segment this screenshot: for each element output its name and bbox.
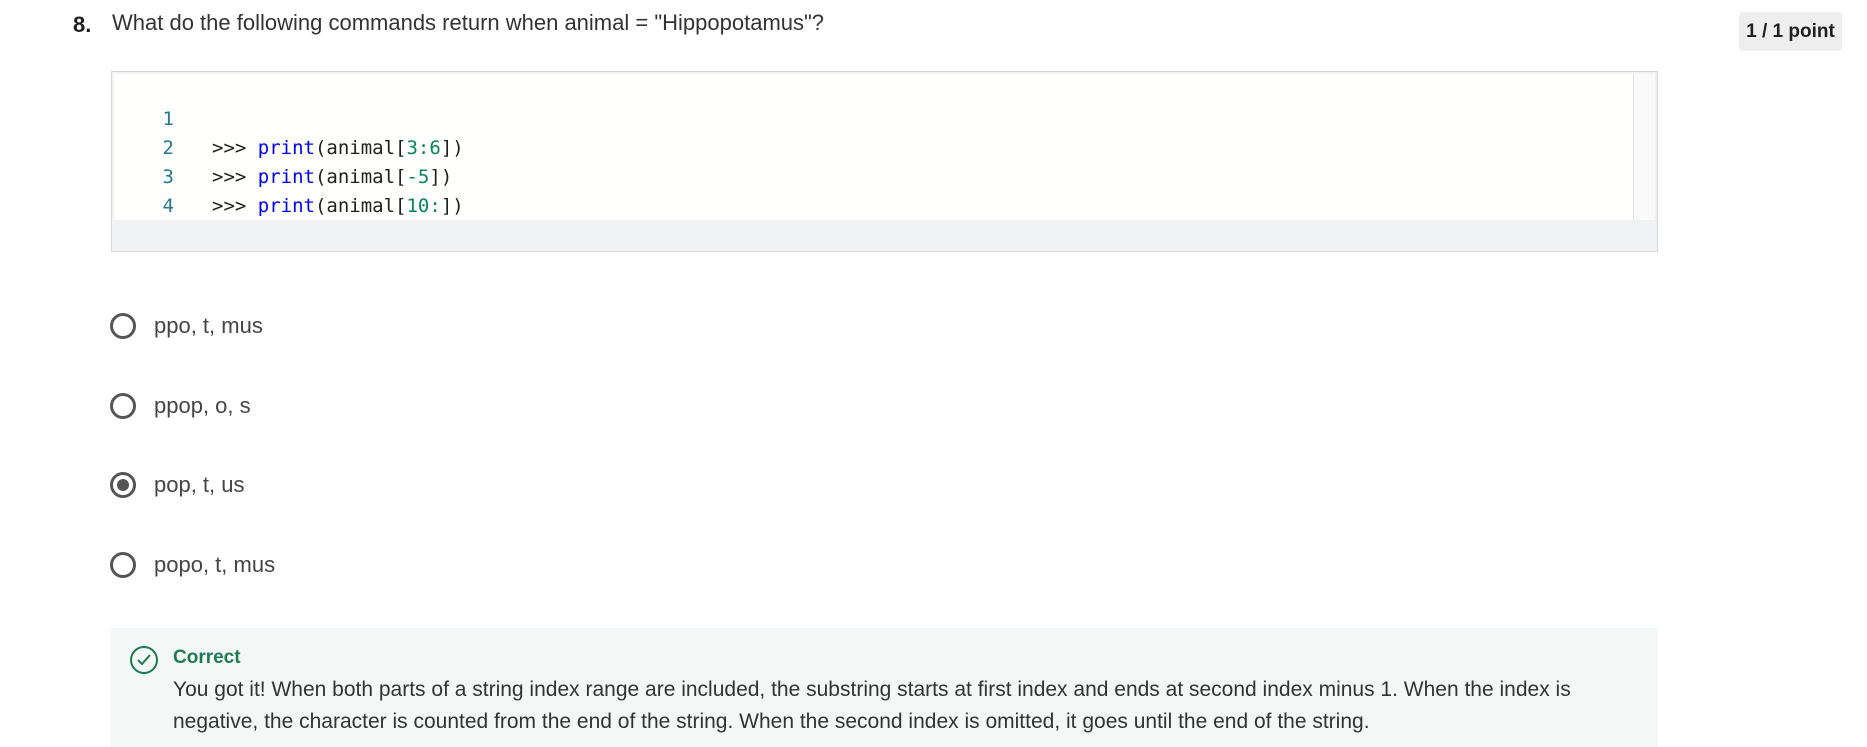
editor-scrollbar[interactable] — [1634, 74, 1655, 220]
code-text: >>> print(animal[10:]) — [212, 195, 464, 217]
option-label: ppop, o, s — [154, 393, 251, 418]
code-line: 1 >>> print(animal[3:6]) — [114, 76, 1614, 159]
radio-button-selected[interactable] — [110, 472, 136, 498]
question-number: 8. — [73, 12, 92, 37]
points-badge: 1 / 1 point — [1739, 12, 1842, 51]
code-line: 2 >>> print(animal[-5]) — [114, 105, 1614, 188]
quiz-question: 8. What do the following commands return… — [0, 0, 1867, 747]
option-label: ppo, t, mus — [154, 313, 263, 338]
radio-button[interactable] — [110, 313, 136, 339]
radio-button[interactable] — [110, 393, 136, 419]
code-line: 3 >>> print(animal[10:]) — [114, 134, 1614, 217]
answer-option-selected[interactable]: pop, t, us — [110, 468, 245, 502]
option-label: popo, t, mus — [154, 552, 276, 577]
answer-option[interactable]: ppo, t, mus — [110, 309, 263, 343]
radio-button[interactable] — [110, 552, 136, 578]
feedback-panel: Correct You got it! When both parts of a… — [111, 628, 1658, 747]
code-editor: 1 >>> print(animal[3:6]) 2 >>> print(ani… — [111, 71, 1658, 252]
code-editor-content[interactable]: 1 >>> print(animal[3:6]) 2 >>> print(ani… — [114, 74, 1634, 220]
option-label: pop, t, us — [154, 472, 245, 497]
answer-option[interactable]: popo, t, mus — [110, 548, 275, 582]
code-line: 4 — [114, 163, 1614, 217]
feedback-status: Correct — [173, 647, 241, 668]
question-text: What do the following commands return wh… — [112, 10, 825, 35]
feedback-explanation: You got it! When both parts of a string … — [173, 678, 1571, 733]
line-number: 4 — [162, 195, 174, 217]
check-circle-icon — [130, 646, 158, 674]
answer-option[interactable]: ppop, o, s — [110, 389, 251, 423]
